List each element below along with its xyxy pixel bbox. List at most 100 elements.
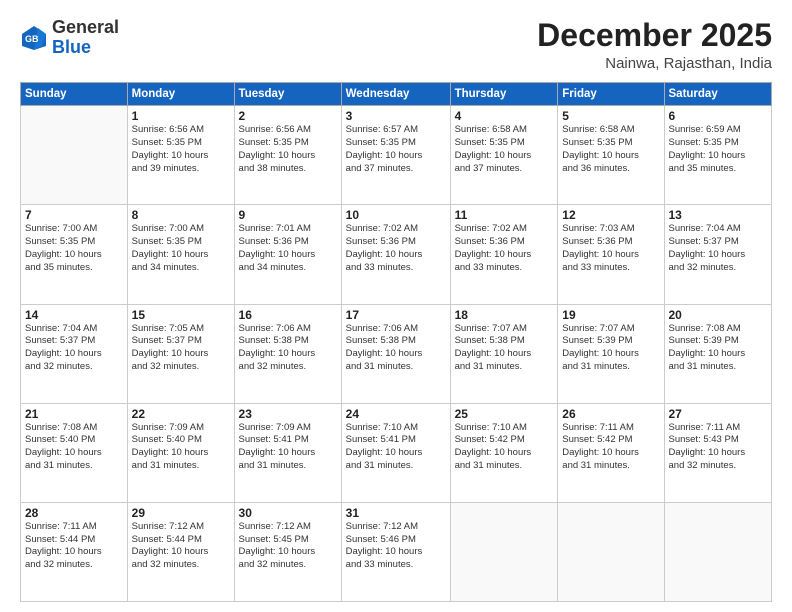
day-info: Sunrise: 7:06 AMSunset: 5:38 PMDaylight:… [346,323,446,374]
day-info: Sunrise: 6:58 AMSunset: 5:35 PMDaylight:… [455,124,554,175]
day-info: Sunrise: 7:05 AMSunset: 5:37 PMDaylight:… [132,323,230,374]
day-number: 8 [132,208,230,222]
calendar-cell: 8Sunrise: 7:00 AMSunset: 5:35 PMDaylight… [127,205,234,304]
day-info: Sunrise: 7:00 AMSunset: 5:35 PMDaylight:… [25,223,123,274]
day-number: 12 [562,208,659,222]
day-number: 1 [132,109,230,123]
day-number: 14 [25,308,123,322]
day-number: 11 [455,208,554,222]
day-info: Sunrise: 7:09 AMSunset: 5:41 PMDaylight:… [239,422,337,473]
header: GB General Blue December 2025 Nainwa, Ra… [20,18,772,72]
day-number: 10 [346,208,446,222]
day-info: Sunrise: 7:11 AMSunset: 5:44 PMDaylight:… [25,521,123,572]
day-number: 15 [132,308,230,322]
day-number: 7 [25,208,123,222]
day-number: 9 [239,208,337,222]
day-number: 19 [562,308,659,322]
week-row-1: 1Sunrise: 6:56 AMSunset: 5:35 PMDaylight… [21,106,772,205]
calendar-cell: 5Sunrise: 6:58 AMSunset: 5:35 PMDaylight… [558,106,664,205]
day-info: Sunrise: 6:59 AMSunset: 5:35 PMDaylight:… [669,124,768,175]
day-info: Sunrise: 7:00 AMSunset: 5:35 PMDaylight:… [132,223,230,274]
day-number: 6 [669,109,768,123]
day-number: 25 [455,407,554,421]
day-number: 29 [132,506,230,520]
calendar-cell: 27Sunrise: 7:11 AMSunset: 5:43 PMDayligh… [664,403,772,502]
day-header-sunday: Sunday [21,83,128,106]
day-number: 17 [346,308,446,322]
day-info: Sunrise: 7:11 AMSunset: 5:42 PMDaylight:… [562,422,659,473]
calendar-cell: 25Sunrise: 7:10 AMSunset: 5:42 PMDayligh… [450,403,558,502]
calendar-cell: 31Sunrise: 7:12 AMSunset: 5:46 PMDayligh… [341,502,450,601]
calendar-cell: 24Sunrise: 7:10 AMSunset: 5:41 PMDayligh… [341,403,450,502]
calendar-table: SundayMondayTuesdayWednesdayThursdayFrid… [20,82,772,602]
day-info: Sunrise: 7:04 AMSunset: 5:37 PMDaylight:… [669,223,768,274]
day-info: Sunrise: 7:12 AMSunset: 5:45 PMDaylight:… [239,521,337,572]
day-info: Sunrise: 7:10 AMSunset: 5:42 PMDaylight:… [455,422,554,473]
logo-blue-text: Blue [52,37,91,57]
day-header-wednesday: Wednesday [341,83,450,106]
day-header-saturday: Saturday [664,83,772,106]
day-info: Sunrise: 7:09 AMSunset: 5:40 PMDaylight:… [132,422,230,473]
calendar-cell: 2Sunrise: 6:56 AMSunset: 5:35 PMDaylight… [234,106,341,205]
title-block: December 2025 Nainwa, Rajasthan, India [537,18,772,72]
day-info: Sunrise: 7:07 AMSunset: 5:38 PMDaylight:… [455,323,554,374]
day-info: Sunrise: 6:57 AMSunset: 5:35 PMDaylight:… [346,124,446,175]
calendar-header-row: SundayMondayTuesdayWednesdayThursdayFrid… [21,83,772,106]
day-info: Sunrise: 7:01 AMSunset: 5:36 PMDaylight:… [239,223,337,274]
day-number: 16 [239,308,337,322]
day-info: Sunrise: 7:11 AMSunset: 5:43 PMDaylight:… [669,422,768,473]
day-info: Sunrise: 7:02 AMSunset: 5:36 PMDaylight:… [346,223,446,274]
calendar-cell: 10Sunrise: 7:02 AMSunset: 5:36 PMDayligh… [341,205,450,304]
day-info: Sunrise: 7:03 AMSunset: 5:36 PMDaylight:… [562,223,659,274]
day-info: Sunrise: 7:04 AMSunset: 5:37 PMDaylight:… [25,323,123,374]
day-number: 3 [346,109,446,123]
day-number: 28 [25,506,123,520]
calendar-cell [450,502,558,601]
day-number: 20 [669,308,768,322]
calendar-cell: 19Sunrise: 7:07 AMSunset: 5:39 PMDayligh… [558,304,664,403]
day-info: Sunrise: 7:02 AMSunset: 5:36 PMDaylight:… [455,223,554,274]
day-info: Sunrise: 7:06 AMSunset: 5:38 PMDaylight:… [239,323,337,374]
calendar-cell: 3Sunrise: 6:57 AMSunset: 5:35 PMDaylight… [341,106,450,205]
day-info: Sunrise: 6:56 AMSunset: 5:35 PMDaylight:… [132,124,230,175]
logo: GB General Blue [20,18,119,58]
day-number: 27 [669,407,768,421]
week-row-5: 28Sunrise: 7:11 AMSunset: 5:44 PMDayligh… [21,502,772,601]
day-number: 13 [669,208,768,222]
calendar-cell: 28Sunrise: 7:11 AMSunset: 5:44 PMDayligh… [21,502,128,601]
calendar-cell [664,502,772,601]
day-info: Sunrise: 7:07 AMSunset: 5:39 PMDaylight:… [562,323,659,374]
calendar-cell: 29Sunrise: 7:12 AMSunset: 5:44 PMDayligh… [127,502,234,601]
calendar-cell [21,106,128,205]
calendar-cell: 6Sunrise: 6:59 AMSunset: 5:35 PMDaylight… [664,106,772,205]
month-title: December 2025 [537,18,772,53]
day-number: 21 [25,407,123,421]
calendar-cell: 30Sunrise: 7:12 AMSunset: 5:45 PMDayligh… [234,502,341,601]
day-number: 23 [239,407,337,421]
calendar-cell [558,502,664,601]
day-number: 31 [346,506,446,520]
calendar-cell: 15Sunrise: 7:05 AMSunset: 5:37 PMDayligh… [127,304,234,403]
day-info: Sunrise: 7:08 AMSunset: 5:39 PMDaylight:… [669,323,768,374]
day-number: 2 [239,109,337,123]
day-header-friday: Friday [558,83,664,106]
svg-text:GB: GB [25,34,39,44]
calendar-cell: 17Sunrise: 7:06 AMSunset: 5:38 PMDayligh… [341,304,450,403]
day-info: Sunrise: 7:12 AMSunset: 5:44 PMDaylight:… [132,521,230,572]
calendar-cell: 26Sunrise: 7:11 AMSunset: 5:42 PMDayligh… [558,403,664,502]
day-info: Sunrise: 7:12 AMSunset: 5:46 PMDaylight:… [346,521,446,572]
logo-general-text: General [52,17,119,37]
location-title: Nainwa, Rajasthan, India [537,55,772,72]
calendar-cell: 11Sunrise: 7:02 AMSunset: 5:36 PMDayligh… [450,205,558,304]
week-row-4: 21Sunrise: 7:08 AMSunset: 5:40 PMDayligh… [21,403,772,502]
calendar-cell: 13Sunrise: 7:04 AMSunset: 5:37 PMDayligh… [664,205,772,304]
calendar-cell: 16Sunrise: 7:06 AMSunset: 5:38 PMDayligh… [234,304,341,403]
day-info: Sunrise: 7:08 AMSunset: 5:40 PMDaylight:… [25,422,123,473]
day-number: 18 [455,308,554,322]
calendar-cell: 7Sunrise: 7:00 AMSunset: 5:35 PMDaylight… [21,205,128,304]
week-row-2: 7Sunrise: 7:00 AMSunset: 5:35 PMDaylight… [21,205,772,304]
day-number: 5 [562,109,659,123]
day-number: 26 [562,407,659,421]
calendar-cell: 18Sunrise: 7:07 AMSunset: 5:38 PMDayligh… [450,304,558,403]
day-number: 4 [455,109,554,123]
